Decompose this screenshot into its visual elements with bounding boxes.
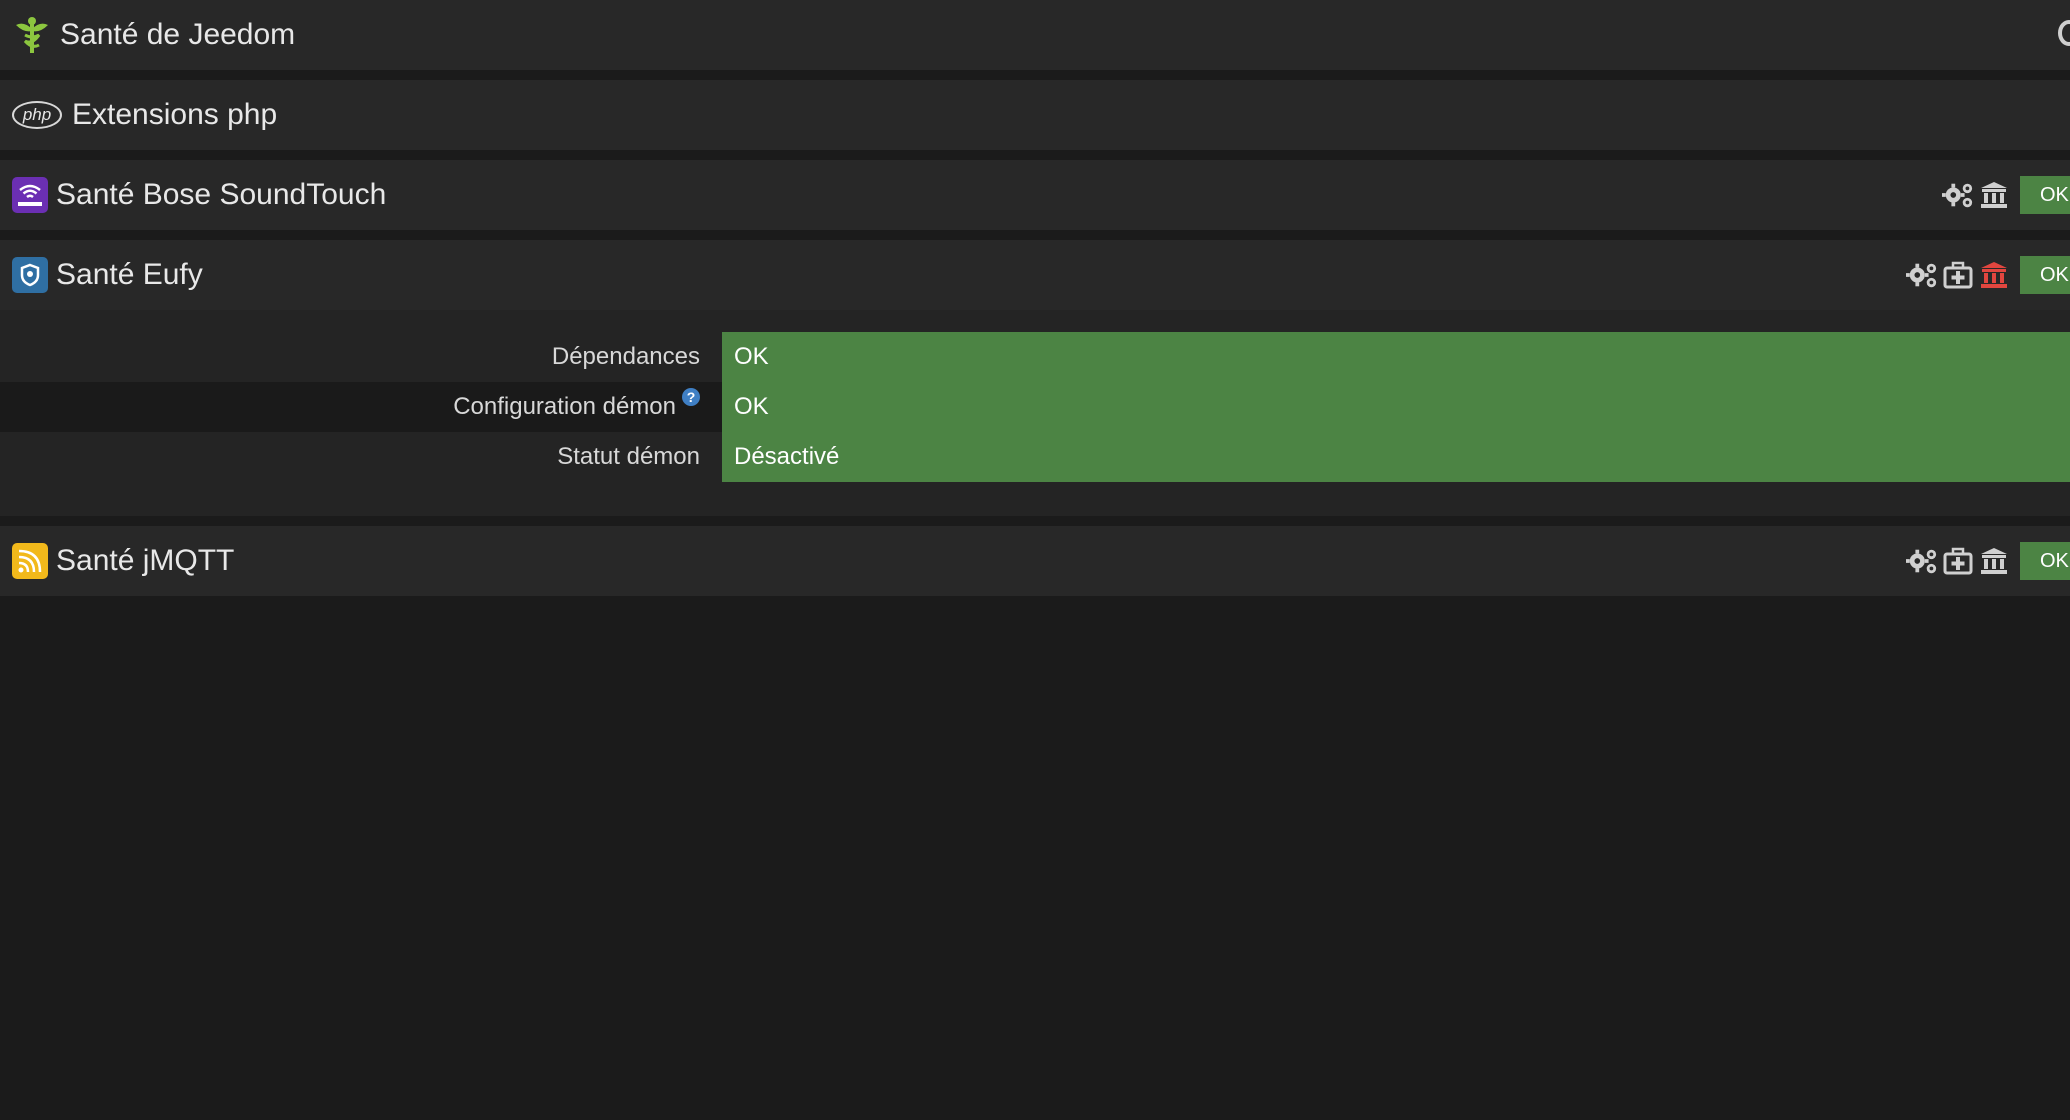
detail-label-wrapper: Configuration démon ?	[0, 382, 722, 432]
plugin-panel-bose[interactable]: Santé Bose SoundTouch OK	[0, 160, 2070, 230]
plugin-title: Santé Eufy	[0, 257, 203, 293]
detail-label: Configuration démon	[453, 393, 676, 420]
dashboard-icon[interactable]	[2058, 20, 2070, 46]
bank-icon[interactable]	[1978, 545, 2010, 577]
health-title: Santé de Jeedom	[0, 15, 295, 55]
help-icon[interactable]: ?	[682, 388, 700, 406]
bank-icon[interactable]	[1978, 259, 2010, 291]
gears-icon[interactable]	[1906, 545, 1938, 577]
gears-icon[interactable]	[1942, 179, 1974, 211]
plugin-panel-eufy[interactable]: Santé Eufy OK	[0, 240, 2070, 310]
eufy-details: Dépendances OK Configuration démon ? OK …	[0, 310, 2070, 516]
detail-label: Dépendances	[551, 343, 700, 370]
plugin-panel-jmqtt[interactable]: Santé jMQTT OK	[0, 526, 2070, 596]
jmqtt-signal-icon	[12, 543, 48, 579]
detail-row-daemon-status: Statut démon Désactivé	[0, 432, 2070, 482]
status-badge: OK	[2020, 176, 2070, 214]
detail-value: OK	[722, 332, 2070, 382]
plugin-title: Santé Bose SoundTouch	[0, 177, 386, 213]
medkit-icon[interactable]	[1942, 259, 1974, 291]
plugin-title-text: Santé jMQTT	[56, 544, 235, 577]
php-extensions-text: Extensions php	[72, 98, 278, 131]
status-badge: OK	[2020, 256, 2070, 294]
detail-value: Désactivé	[722, 432, 2070, 482]
health-header: Santé de Jeedom	[0, 0, 2070, 70]
caduceus-icon	[12, 15, 52, 55]
detail-row-dependencies: Dépendances OK	[0, 332, 2070, 382]
php-extensions-panel[interactable]: php Extensions php	[0, 80, 2070, 150]
php-extensions-title: php Extensions php	[0, 98, 277, 132]
bose-wifi-icon	[12, 177, 48, 213]
bank-icon[interactable]	[1978, 179, 2010, 211]
plugin-title-text: Santé Eufy	[56, 258, 203, 291]
eufy-shield-icon	[12, 257, 48, 293]
plugin-title-text: Santé Bose SoundTouch	[56, 178, 387, 211]
plugin-actions: OK	[1906, 542, 2070, 580]
gears-icon[interactable]	[1906, 259, 1938, 291]
detail-value: OK	[722, 382, 2070, 432]
php-logo-icon: php	[12, 101, 62, 129]
plugin-actions: OK	[1942, 176, 2070, 214]
status-badge: OK	[2020, 542, 2070, 580]
plugin-title: Santé jMQTT	[0, 543, 234, 579]
detail-row-daemon-config: Configuration démon ? OK	[0, 382, 2070, 432]
medkit-icon[interactable]	[1942, 545, 1974, 577]
health-title-text: Santé de Jeedom	[60, 18, 296, 51]
detail-label: Statut démon	[557, 443, 700, 470]
plugin-actions: OK	[1906, 256, 2070, 294]
